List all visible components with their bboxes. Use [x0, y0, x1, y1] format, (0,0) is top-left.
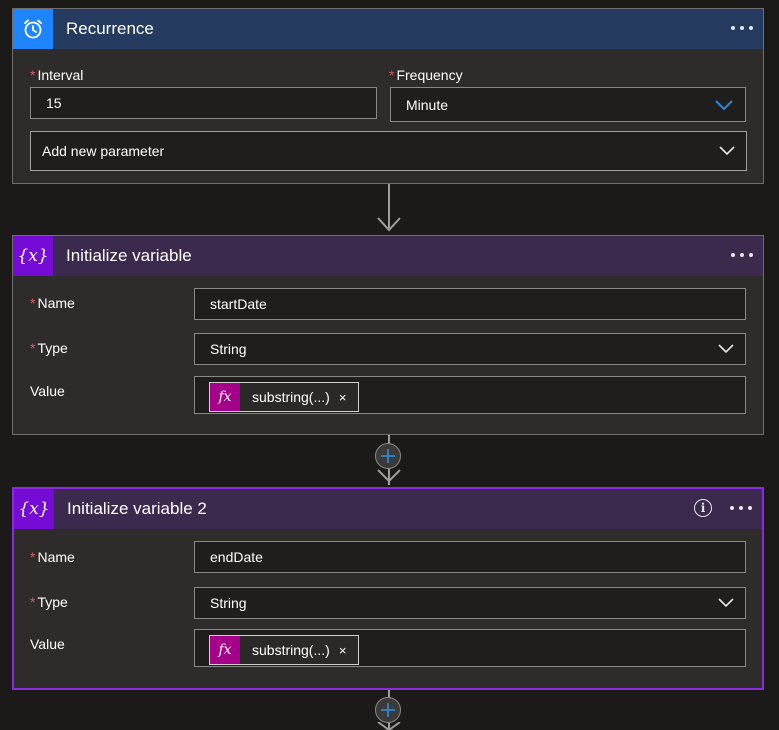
remove-token-icon[interactable]: ×: [339, 643, 347, 658]
remove-token-icon[interactable]: ×: [339, 390, 347, 405]
plus-icon: [381, 703, 395, 717]
info-icon[interactable]: i: [694, 499, 712, 517]
recurrence-title: Recurrence: [66, 19, 154, 38]
name-input[interactable]: startDate: [194, 288, 746, 320]
frequency-dropdown[interactable]: Minute: [390, 87, 746, 122]
function-icon: fx: [210, 636, 240, 664]
more-options-icon[interactable]: [730, 500, 752, 516]
frequency-label: * Frequency: [389, 67, 463, 83]
type-dropdown[interactable]: String: [194, 587, 746, 619]
type-label: * Type: [30, 340, 68, 356]
token-label: substring(...): [252, 642, 330, 658]
more-options-icon[interactable]: [731, 247, 753, 263]
more-options-icon[interactable]: [731, 20, 753, 36]
alarm-clock-icon: [13, 9, 53, 49]
expression-token[interactable]: fx substring(...) ×: [209, 382, 359, 412]
type-dropdown[interactable]: String: [194, 333, 746, 365]
variable-icon: {x}: [13, 236, 53, 276]
chevron-down-icon: [718, 598, 734, 608]
token-label: substring(...): [252, 389, 330, 405]
name-label: * Name: [30, 549, 75, 565]
initialize-variable-2-card[interactable]: {x} Initialize variable 2 i * Name endDat…: [12, 487, 764, 690]
name-label: * Name: [30, 295, 75, 311]
add-step-button[interactable]: [375, 443, 401, 469]
expression-token[interactable]: fx substring(...) ×: [209, 635, 359, 665]
arrow-down-icon: [377, 217, 401, 232]
value-input[interactable]: fx substring(...) ×: [194, 376, 746, 414]
interval-label: * Interval: [30, 67, 84, 83]
function-icon: fx: [210, 383, 240, 411]
recurrence-card[interactable]: Recurrence * Interval 15 * Frequency Minut…: [12, 8, 764, 184]
variable-icon: {x}: [14, 489, 54, 529]
chevron-down-icon: [715, 100, 733, 111]
type-label: * Type: [30, 594, 68, 610]
initialize-variable-2-header[interactable]: {x} Initialize variable 2 i: [14, 489, 762, 529]
arrow-down-icon: [377, 722, 401, 730]
interval-input[interactable]: 15: [30, 87, 377, 119]
name-input[interactable]: endDate: [194, 541, 746, 573]
value-label: Value: [30, 636, 65, 652]
value-input[interactable]: fx substring(...) ×: [194, 629, 746, 667]
add-step-button[interactable]: [375, 697, 401, 723]
chevron-down-icon: [718, 344, 734, 354]
plus-icon: [381, 449, 395, 463]
add-new-parameter-dropdown[interactable]: Add new parameter: [30, 131, 747, 171]
chevron-down-icon: [719, 146, 735, 156]
arrow-down-icon: [377, 469, 401, 483]
initialize-variable-card[interactable]: {x} Initialize variable * Name startDate …: [12, 235, 764, 435]
initialize-variable-title: Initialize variable: [66, 246, 192, 265]
initialize-variable-header[interactable]: {x} Initialize variable: [13, 236, 763, 276]
initialize-variable-2-title: Initialize variable 2: [67, 499, 207, 518]
recurrence-header[interactable]: Recurrence: [13, 9, 763, 49]
value-label: Value: [30, 383, 65, 399]
